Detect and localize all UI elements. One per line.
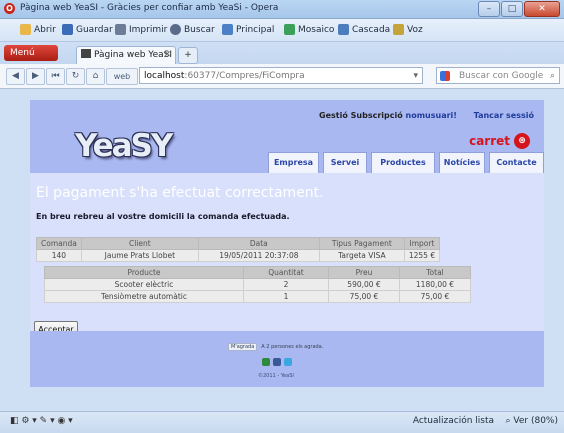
- table-row: Tensiòmetre automàtic 1 75,00 € 75,00 €: [44, 290, 471, 303]
- magnifier-icon: [170, 24, 181, 35]
- social-links: [262, 358, 292, 366]
- update-status: Actualización lista: [412, 416, 495, 426]
- tile-icon: [284, 24, 295, 35]
- site-container: Gestió Subscripció nomusuari! Tancar ses…: [30, 100, 544, 387]
- facebook-like: M'agrada A 2 persones els agrada.: [228, 343, 323, 351]
- products-table: Producte Quantitat Preu Total Scooter el…: [44, 266, 471, 303]
- site-logo[interactable]: YeaSY: [75, 128, 173, 164]
- success-message: El pagament s'ha efectuat correctament.: [36, 185, 324, 201]
- open-button[interactable]: Abrir: [20, 24, 56, 35]
- info-message: En breu rebreu al vostre domicili la com…: [36, 212, 290, 221]
- rewind-button[interactable]: ⏮: [46, 68, 65, 85]
- username-link[interactable]: nomusuari!: [406, 111, 457, 120]
- save-button[interactable]: Guardar: [62, 24, 113, 35]
- site-nav: Empresa Servei Productes Notícies Contac…: [268, 152, 544, 173]
- new-tab-button[interactable]: +: [178, 47, 198, 64]
- home-toolbar-button[interactable]: Principal: [222, 24, 274, 35]
- copyright: ©2011 - YeaSI: [258, 373, 294, 379]
- microphone-icon: [393, 24, 404, 35]
- cart-button[interactable]: carret ⊛: [469, 133, 530, 149]
- browser-toolbar: Abrir Guardar Imprimir Buscar Principal …: [0, 19, 564, 42]
- voice-button[interactable]: Voz: [393, 24, 423, 35]
- site-footer: M'agrada A 2 persones els agrada. ©2011 …: [30, 331, 544, 387]
- share-icon[interactable]: [262, 358, 270, 366]
- printer-icon: [115, 24, 126, 35]
- cart-icon: ⊛: [514, 133, 530, 149]
- folder-icon: [20, 24, 31, 35]
- status-right: Actualización lista ⌕ Ver (80%): [413, 416, 558, 426]
- cascade-icon: [338, 24, 349, 35]
- print-button[interactable]: Imprimir: [115, 24, 167, 35]
- order-header: Comanda: [36, 237, 82, 250]
- window-titlebar: O Pàgina web YeaSI - Gràcies per confiar…: [0, 0, 564, 19]
- status-bar: ◧ ⚙ ▾ ✎ ▾ ◉ ▾ Actualización lista ⌕ Ver …: [0, 411, 564, 433]
- zoom-icon: ⌕: [505, 416, 511, 426]
- minimize-button[interactable]: –: [478, 1, 500, 17]
- address-bar[interactable]: localhost:60377/Compres/FiCompra ▾: [139, 67, 423, 84]
- order-header: Tipus Pagament: [318, 237, 405, 250]
- chevron-down-icon[interactable]: ▾: [413, 68, 418, 85]
- logout-link[interactable]: Tancar sessió: [474, 111, 534, 120]
- table-row: Scooter elèctric 2 590,00 € 1180,00 €: [44, 278, 471, 291]
- table-row: 140 Jaume Prats Llobet 19/05/2011 20:37:…: [36, 249, 441, 262]
- tile-button[interactable]: Mosaico: [284, 24, 334, 35]
- facebook-icon[interactable]: [273, 358, 281, 366]
- product-header: Quantitat: [243, 266, 329, 279]
- nav-productes[interactable]: Productes: [371, 152, 435, 173]
- twitter-icon[interactable]: [284, 358, 292, 366]
- product-header: Preu: [328, 266, 400, 279]
- opera-icon: O: [4, 3, 15, 14]
- like-button[interactable]: M'agrada: [228, 343, 258, 351]
- close-button[interactable]: ✕: [524, 1, 560, 17]
- order-header: Data: [197, 237, 320, 250]
- order-header: Import: [403, 237, 441, 250]
- order-header: Client: [80, 237, 199, 250]
- cascade-button[interactable]: Cascada: [338, 24, 390, 35]
- zoom-button[interactable]: ⌕ Ver (80%): [505, 416, 558, 426]
- maximize-button[interactable]: □: [501, 1, 523, 17]
- navigation-bar: ◀ ▶ ⏮ ↻ ⌂ web localhost:60377/Compres/Fi…: [0, 64, 564, 89]
- search-input[interactable]: Buscar con Google ⌕: [436, 67, 560, 84]
- main-content: El pagament s'ha efectuat correctament. …: [30, 173, 544, 339]
- nav-noticies[interactable]: Notícies: [439, 152, 485, 173]
- product-header: Producte: [44, 266, 244, 279]
- like-count: A 2 persones els agrada.: [261, 344, 324, 350]
- favicon-icon: [81, 49, 91, 58]
- disk-icon: [62, 24, 73, 35]
- tab-bar: Menú Pàgina web YeaSI - Grà... ✕ +: [0, 42, 564, 65]
- order-table: Comanda Client Data Tipus Pagament Impor…: [36, 237, 441, 262]
- window-title: Pàgina web YeaSI - Gràcies per confiar a…: [20, 3, 279, 13]
- product-header: Total: [399, 266, 471, 279]
- google-icon: [440, 71, 450, 81]
- reload-button[interactable]: ↻: [66, 68, 85, 85]
- nav-empresa[interactable]: Empresa: [268, 152, 319, 173]
- url-prefix-badge[interactable]: web: [106, 68, 138, 85]
- home-button[interactable]: ⌂: [86, 68, 105, 85]
- search-icon[interactable]: ⌕: [550, 68, 555, 85]
- status-tools[interactable]: ◧ ⚙ ▾ ✎ ▾ ◉ ▾: [10, 416, 73, 426]
- header-links: Gestió Subscripció nomusuari! Tancar ses…: [319, 111, 534, 120]
- nav-servei[interactable]: Servei: [323, 152, 367, 173]
- find-button[interactable]: Buscar: [170, 24, 215, 35]
- home-icon: [222, 24, 233, 35]
- back-button[interactable]: ◀: [6, 68, 25, 85]
- nav-contacte[interactable]: Contacte: [489, 152, 544, 173]
- forward-button[interactable]: ▶: [26, 68, 45, 85]
- close-tab-icon[interactable]: ✕: [163, 47, 171, 64]
- tab-active[interactable]: Pàgina web YeaSI - Grà... ✕: [76, 46, 176, 65]
- opera-menu-button[interactable]: Menú: [4, 45, 58, 61]
